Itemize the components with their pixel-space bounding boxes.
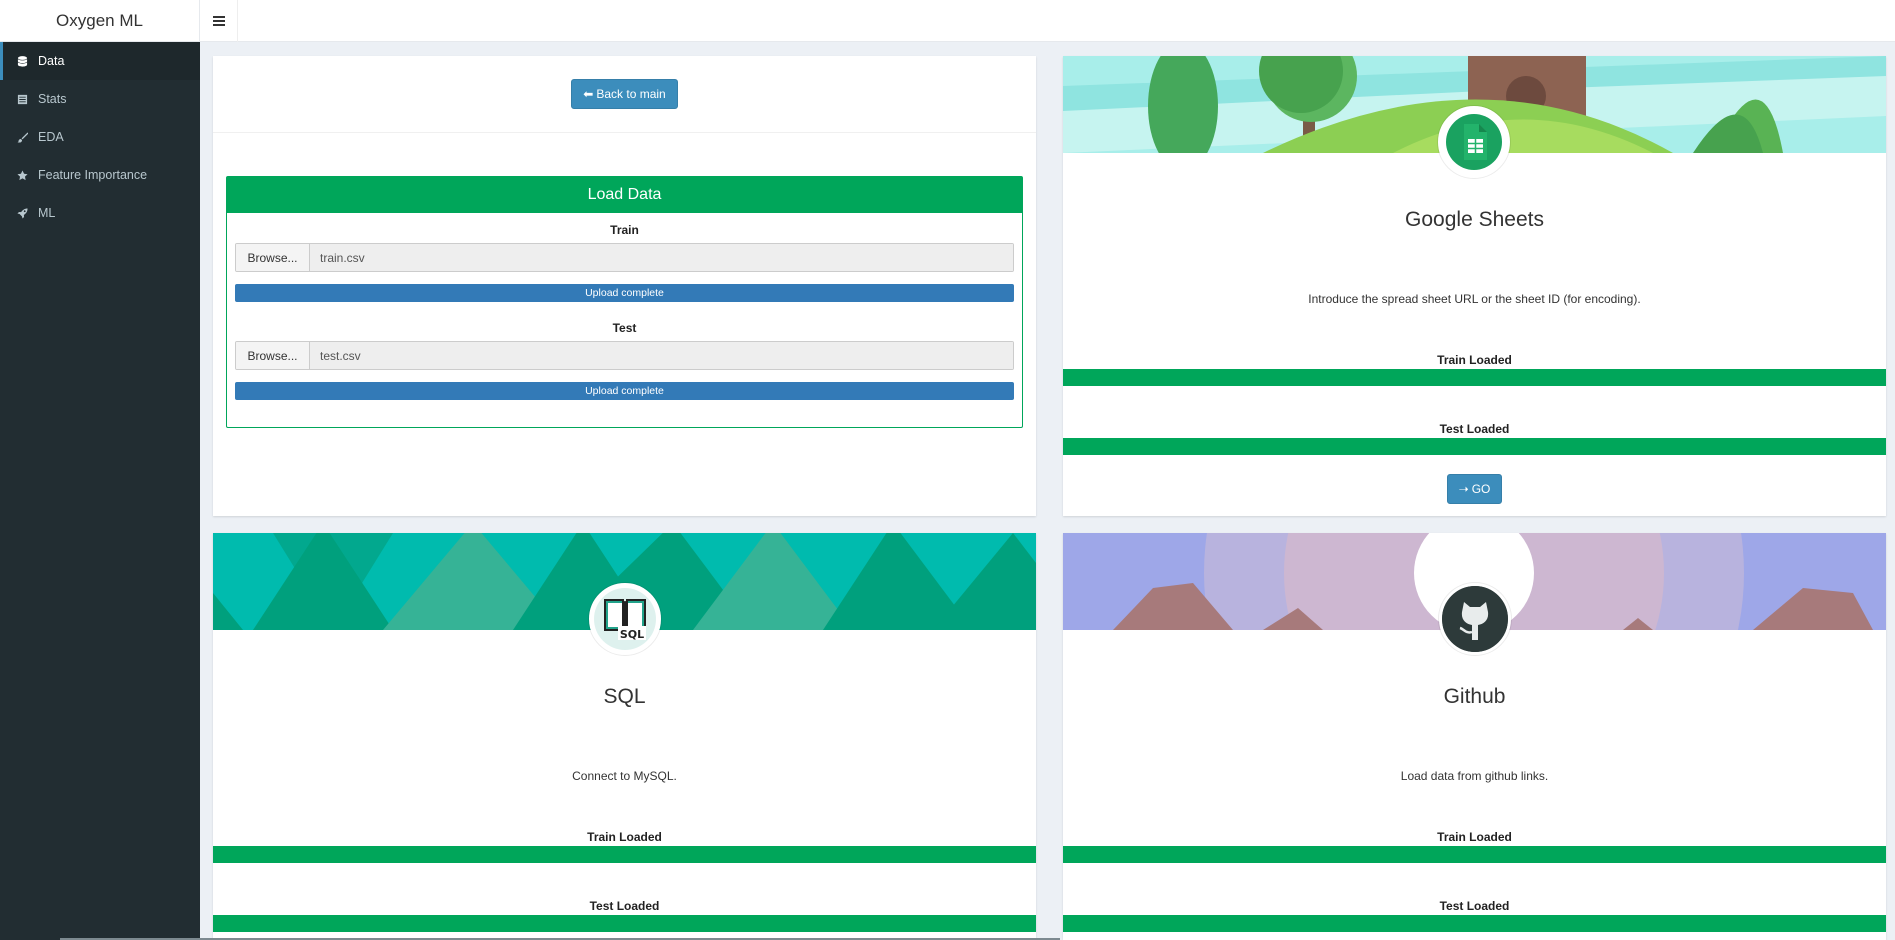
gh-train-loaded-label: Train Loaded [1437,830,1512,844]
sidebar-toggle-button[interactable] [200,0,238,42]
google-sheets-description: Introduce the spread sheet URL or the sh… [1308,292,1641,306]
sidebar-item-label: Data [38,54,65,68]
paint-brush-icon [17,131,28,143]
sql-test-loaded-bar [213,915,1036,932]
test-file-name: test.csv [310,342,1013,369]
test-label: Test [612,321,637,335]
app-title: Oxygen ML [56,10,143,30]
sql-description: Connect to MySQL. [572,769,677,783]
load-data-box: Load Data Train Browse... train.csv Uplo… [226,176,1023,428]
train-progress-bar: Upload complete [235,284,1014,302]
google-sheets-card: Google Sheets Introduce the spread sheet… [1063,56,1886,516]
gs-test-loaded-bar [1063,438,1886,455]
google-sheets-icon [1438,106,1510,178]
github-title: Github [1443,685,1506,708]
train-browse-button[interactable]: Browse... [236,244,310,271]
sidebar-item-data[interactable]: Data [0,42,200,80]
arrow-left-icon: ⬅ [583,87,594,101]
github-description: Load data from github links. [1400,769,1549,783]
load-data-title: Load Data [227,177,1022,213]
back-button-label: Back to main [596,87,666,101]
gs-test-loaded-label: Test Loaded [1439,422,1510,436]
sidebar-item-stats[interactable]: Stats [0,80,200,118]
gs-train-loaded-label: Train Loaded [1437,353,1512,367]
train-progress-fill: Upload complete [235,284,1014,302]
gh-test-loaded-label: Test Loaded [1439,899,1510,913]
github-icon [1439,583,1511,655]
go-button-label: GO [1471,482,1491,496]
test-file-input[interactable]: Browse... test.csv [235,341,1014,370]
sql-train-loaded-label: Train Loaded [587,830,662,844]
train-file-input[interactable]: Browse... train.csv [235,243,1014,272]
sql-card: SQL SQL Connect to MySQL. Train Loaded T… [213,533,1036,940]
load-data-panel: ⬅ Back to main Load Data Train Browse...… [213,56,1036,516]
sql-book-icon: SQL [589,583,661,655]
app-brand[interactable]: Oxygen ML [0,0,200,42]
sidebar: Data Stats EDA Feature Importance ML [0,42,200,940]
hamburger-icon [212,16,225,26]
database-icon [17,55,28,67]
train-file-name: train.csv [310,244,1013,271]
sidebar-item-feature-importance[interactable]: Feature Importance [0,156,200,194]
test-browse-button[interactable]: Browse... [236,342,310,369]
sidebar-item-ml[interactable]: ML [0,194,200,232]
test-progress-bar: Upload complete [235,382,1014,400]
google-sheets-title: Google Sheets [1405,208,1544,231]
gh-test-loaded-bar [1063,915,1886,932]
github-card: Github Load data from github links. Trai… [1063,533,1886,940]
arrow-right-icon: ➝ [1458,482,1469,496]
sql-icon-text: SQL [620,628,644,641]
gs-train-loaded-bar [1063,369,1886,386]
sidebar-item-eda[interactable]: EDA [0,118,200,156]
sidebar-item-label: Stats [38,92,67,106]
table-icon [17,94,28,105]
sidebar-item-label: EDA [38,130,64,144]
sql-train-loaded-bar [213,846,1036,863]
gh-train-loaded-bar [1063,846,1886,863]
back-to-main-button[interactable]: ⬅ Back to main [571,79,678,109]
sql-test-loaded-label: Test Loaded [589,899,660,913]
back-row: ⬅ Back to main [213,56,1036,133]
sql-title: SQL [603,685,646,708]
train-label: Train [610,223,639,237]
test-progress-fill: Upload complete [235,382,1014,400]
sidebar-item-label: ML [38,206,56,220]
sidebar-item-label: Feature Importance [38,168,148,182]
top-navbar [200,0,1895,42]
go-button[interactable]: ➝ GO [1447,474,1502,504]
rocket-icon [17,207,28,219]
star-icon [17,169,28,181]
